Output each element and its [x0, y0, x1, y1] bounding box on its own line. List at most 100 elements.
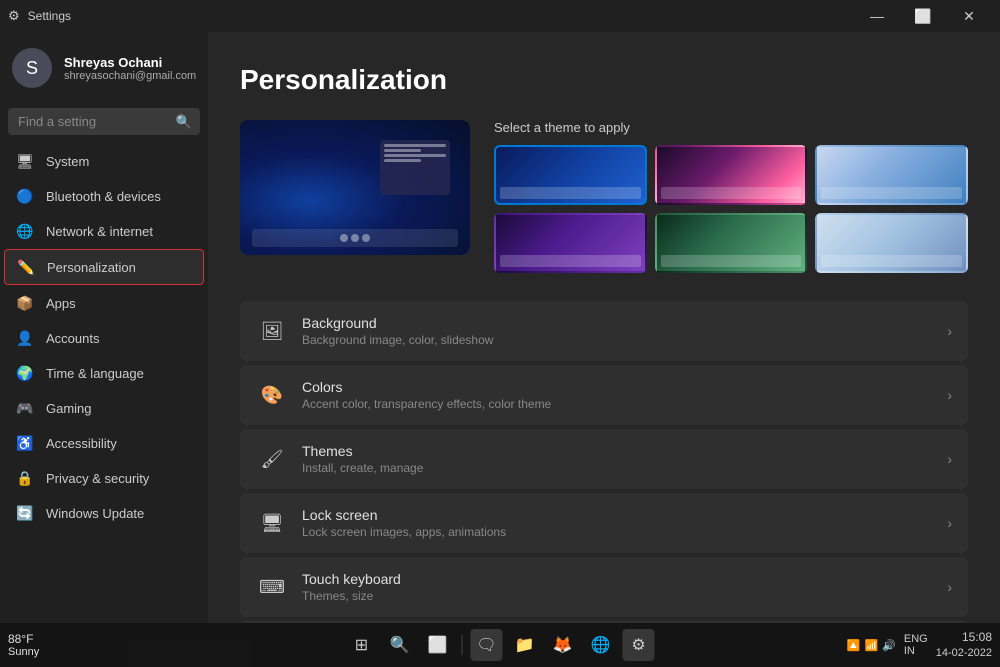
preview-taskbar-dot-3 — [362, 234, 370, 242]
window-title: Settings — [28, 9, 71, 23]
preview-line-4 — [384, 159, 421, 162]
sidebar-item-update-label: Windows Update — [46, 506, 144, 521]
sidebar-item-gaming[interactable]: 🎮 Gaming — [4, 391, 204, 425]
search-input[interactable] — [8, 108, 200, 135]
settings-icon: ⚙ — [8, 8, 20, 24]
start-button[interactable]: ⊞ — [346, 629, 378, 661]
sidebar-item-apps[interactable]: 📦 Apps — [4, 286, 204, 320]
weather-temp: 88°F — [8, 632, 33, 646]
touchkeyboard-subtitle: Themes, size — [302, 589, 947, 603]
themes-subtitle: Install, create, manage — [302, 461, 947, 475]
user-email: shreyasochani@gmail.com — [64, 70, 196, 82]
sidebar-nav: 🖥 System 🔵 Bluetooth & devices 🌐 Network… — [0, 143, 208, 531]
update-icon: 🔄 — [16, 504, 34, 522]
sys-tray-expand[interactable]: 🔼 — [847, 639, 861, 652]
theme-blue-inner — [500, 187, 641, 199]
preview-taskbar — [252, 229, 458, 247]
themes-icon: 🖌 — [256, 443, 288, 475]
sidebar-item-privacy[interactable]: 🔒 Privacy & security — [4, 461, 204, 495]
lockscreen-chevron: › — [947, 515, 952, 531]
sidebar-item-personalization[interactable]: ✏️ Personalization — [4, 249, 204, 285]
preview-line-3 — [384, 154, 446, 157]
sidebar-item-update[interactable]: 🔄 Windows Update — [4, 496, 204, 530]
sidebar-item-accounts[interactable]: 👤 Accounts — [4, 321, 204, 355]
taskbar-app-edge[interactable]: 🌐 — [585, 629, 617, 661]
taskbar-app-settings[interactable]: ⚙ — [623, 629, 655, 661]
theme-light-inner — [821, 187, 962, 199]
taskbar-app-firefox[interactable]: 🦊 — [547, 629, 579, 661]
taskbar-right: 🔼 📶 🔊 ENGIN 15:08 14-02-2022 — [847, 629, 992, 661]
theme-white-inner — [821, 255, 962, 267]
lockscreen-title: Lock screen — [302, 507, 947, 523]
theme-white[interactable] — [815, 213, 968, 273]
apps-icon: 📦 — [16, 294, 34, 312]
taskbar-center: ⊞ 🔍 ⬜ 🗨 📁 🦊 🌐 ⚙ — [346, 629, 655, 661]
sidebar-item-bluetooth-label: Bluetooth & devices — [46, 189, 161, 204]
settings-themes[interactable]: 🖌 Themes Install, create, manage › — [240, 429, 968, 489]
accounts-icon: 👤 — [16, 329, 34, 347]
weather-condition: Sunny — [8, 646, 39, 658]
time-icon: 🌍 — [16, 364, 34, 382]
sidebar-item-system[interactable]: 🖥 System — [4, 144, 204, 178]
sidebar-item-bluetooth[interactable]: 🔵 Bluetooth & devices — [4, 179, 204, 213]
bluetooth-icon: 🔵 — [16, 187, 34, 205]
background-icon: 🖼 — [256, 315, 288, 347]
main-layout: S Shreyas Ochani shreyasochani@gmail.com… — [0, 32, 1000, 623]
user-profile[interactable]: S Shreyas Ochani shreyasochani@gmail.com — [0, 32, 208, 104]
sidebar: S Shreyas Ochani shreyasochani@gmail.com… — [0, 32, 208, 623]
theme-pink[interactable] — [655, 145, 808, 205]
taskbar-app-chat[interactable]: 🗨 — [471, 629, 503, 661]
taskbar-taskview-button[interactable]: ⬜ — [422, 629, 454, 661]
title-bar-left: ⚙ Settings — [8, 8, 71, 24]
lockscreen-icon: 🖥 — [256, 507, 288, 539]
network-tray: 📶 — [864, 639, 878, 652]
theme-light[interactable] — [815, 145, 968, 205]
theme-purple[interactable] — [494, 213, 647, 273]
settings-touchkeyboard[interactable]: ⌨ Touch keyboard Themes, size › — [240, 557, 968, 617]
theme-pink-inner — [661, 187, 802, 199]
minimize-button[interactable]: — — [854, 0, 900, 32]
title-bar-controls: — ⬜ ✕ — [854, 0, 992, 32]
user-info: Shreyas Ochani shreyasochani@gmail.com — [64, 55, 196, 82]
accessibility-icon: ♿ — [16, 434, 34, 452]
avatar: S — [12, 48, 52, 88]
preview-line-1 — [384, 144, 446, 147]
theme-blue[interactable] — [494, 145, 647, 205]
colors-chevron: › — [947, 387, 952, 403]
network-icon: 🌐 — [16, 222, 34, 240]
theme-preview — [240, 120, 470, 255]
sidebar-item-accessibility-label: Accessibility — [46, 436, 117, 451]
touchkeyboard-text: Touch keyboard Themes, size — [302, 571, 947, 603]
search-box[interactable]: 🔍 — [8, 108, 200, 135]
maximize-button[interactable]: ⬜ — [900, 0, 946, 32]
close-button[interactable]: ✕ — [946, 0, 992, 32]
colors-text: Colors Accent color, transparency effect… — [302, 379, 947, 411]
theme-nature[interactable] — [655, 213, 808, 273]
privacy-icon: 🔒 — [16, 469, 34, 487]
themes-text: Themes Install, create, manage — [302, 443, 947, 475]
settings-background[interactable]: 🖼 Background Background image, color, sl… — [240, 301, 968, 361]
taskbar-left: 88°F Sunny — [8, 632, 39, 658]
volume-tray[interactable]: 🔊 — [882, 639, 896, 652]
sidebar-item-privacy-label: Privacy & security — [46, 471, 149, 486]
content-area: Personalization Select a theme to app — [208, 32, 1000, 623]
settings-lockscreen[interactable]: 🖥 Lock screen Lock screen images, apps, … — [240, 493, 968, 553]
clock[interactable]: 15:08 14-02-2022 — [936, 629, 992, 661]
theme-select-label: Select a theme to apply — [494, 120, 968, 135]
sidebar-item-time[interactable]: 🌍 Time & language — [4, 356, 204, 390]
sidebar-item-personalization-label: Personalization — [47, 260, 136, 275]
settings-colors[interactable]: 🎨 Colors Accent color, transparency effe… — [240, 365, 968, 425]
sidebar-item-accounts-label: Accounts — [46, 331, 99, 346]
themes-title: Themes — [302, 443, 947, 459]
colors-icon: 🎨 — [256, 379, 288, 411]
theme-purple-inner — [500, 255, 641, 267]
colors-title: Colors — [302, 379, 947, 395]
taskbar-search-button[interactable]: 🔍 — [384, 629, 416, 661]
sidebar-item-network[interactable]: 🌐 Network & internet — [4, 214, 204, 248]
clock-date: 14-02-2022 — [936, 646, 992, 661]
system-icon: 🖥 — [16, 152, 34, 170]
settings-list: 🖼 Background Background image, color, sl… — [240, 301, 968, 623]
sidebar-item-accessibility[interactable]: ♿ Accessibility — [4, 426, 204, 460]
sidebar-item-system-label: System — [46, 154, 89, 169]
taskbar-app-explorer[interactable]: 📁 — [509, 629, 541, 661]
